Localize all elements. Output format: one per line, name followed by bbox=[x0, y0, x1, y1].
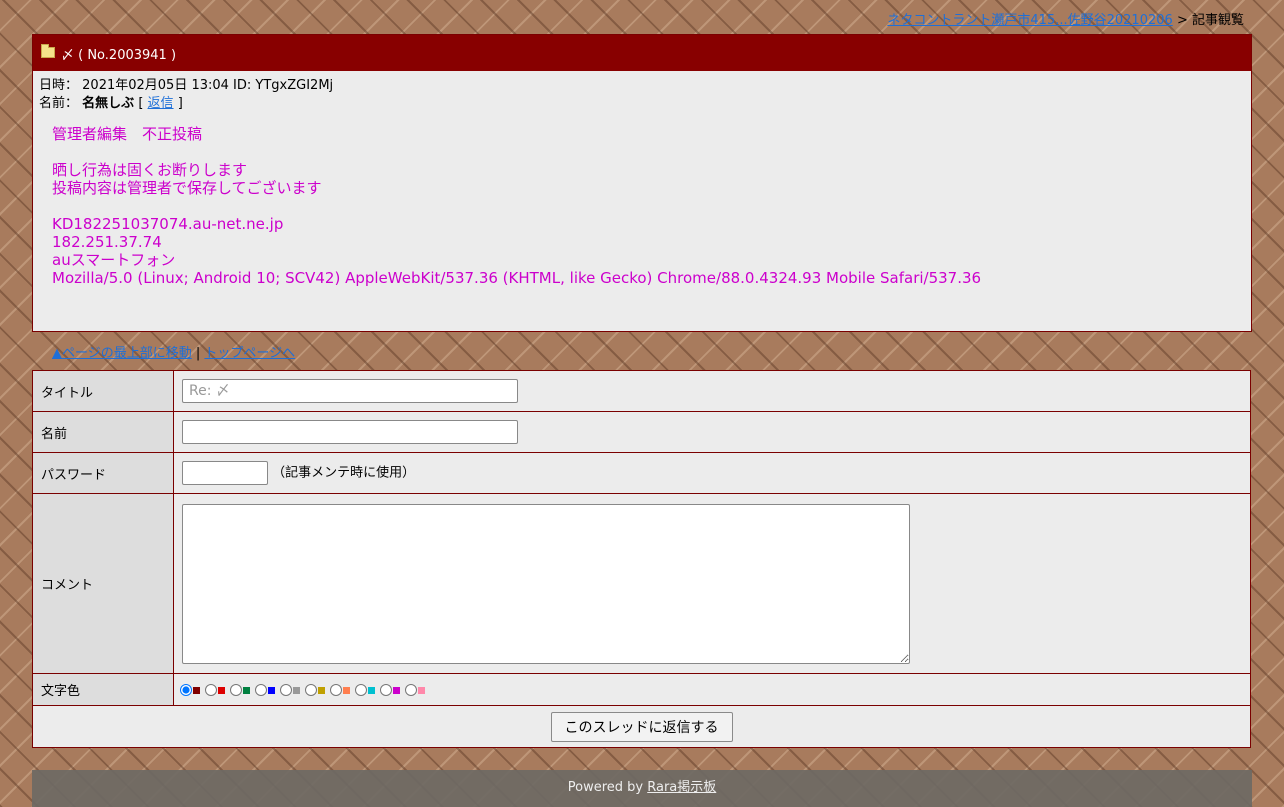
breadcrumb-separator: > bbox=[1176, 13, 1188, 28]
color-radio[interactable] bbox=[380, 683, 392, 696]
password-note: （記事メンテ時に使用） bbox=[272, 465, 416, 481]
folder-icon bbox=[41, 43, 55, 58]
page-top-link[interactable]: ▲ページの最上部に移動 bbox=[52, 346, 192, 361]
post-body-line: 晒し行為は固くお断りします bbox=[52, 161, 248, 179]
submit-reply-button[interactable]: このスレッドに返信する bbox=[550, 711, 733, 742]
color-radio[interactable] bbox=[230, 683, 242, 696]
color-swatch bbox=[418, 687, 425, 694]
name-label: 名前 bbox=[32, 411, 174, 453]
post-header: 〆 ( No.2003941 ) bbox=[33, 35, 1251, 71]
comment-label: コメント bbox=[32, 493, 174, 674]
color-swatch bbox=[293, 687, 300, 694]
color-radio[interactable] bbox=[280, 683, 292, 696]
submit-cell: このスレッドに返信する bbox=[32, 705, 1251, 748]
breadcrumb-current: 記事観覧 bbox=[1191, 13, 1244, 28]
password-label: パスワード bbox=[32, 452, 174, 494]
post-body-line: KD182251037074.au-net.ne.jp bbox=[52, 215, 284, 233]
color-swatch bbox=[243, 687, 250, 694]
post-body-line: 管理者編集 不正投稿 bbox=[52, 125, 203, 143]
color-swatch bbox=[368, 687, 375, 694]
footer: Powered by Rara掲示板 bbox=[32, 770, 1252, 807]
color-radio[interactable] bbox=[405, 683, 417, 696]
breadcrumb: ネタコントラント瀬戸市415...佐野谷20210206 > 記事観覧 bbox=[887, 9, 1244, 28]
title-cell bbox=[173, 370, 1251, 412]
password-cell: （記事メンテ時に使用） bbox=[173, 452, 1251, 494]
title-row: タイトル bbox=[32, 370, 1251, 412]
color-radio[interactable] bbox=[205, 683, 217, 696]
post-name-label: 名前： bbox=[39, 96, 79, 111]
post-body-line: auスマートフォン bbox=[52, 251, 176, 269]
submit-row: このスレッドに返信する bbox=[32, 705, 1251, 748]
footer-link[interactable]: Rara掲示板 bbox=[647, 780, 716, 795]
comment-textarea[interactable] bbox=[182, 503, 910, 664]
color-radio[interactable] bbox=[355, 683, 367, 696]
post-name-row: 名前： 名無しぶ [ 返信 ] bbox=[39, 95, 1251, 113]
post-date-row: 日時： 2021年02月05日 13:04 ID: YTgxZGI2Mj bbox=[39, 77, 1251, 95]
reply-bracket-open: [ bbox=[138, 96, 144, 111]
page-nav: ▲ページの最上部に移動 | トップページへ bbox=[52, 342, 295, 361]
home-link[interactable]: トップページへ bbox=[204, 346, 295, 361]
title-input[interactable] bbox=[182, 379, 518, 403]
color-swatch bbox=[268, 687, 275, 694]
post-body-line: 投稿内容は管理者で保存してございます bbox=[52, 179, 322, 197]
post-body-line bbox=[52, 143, 1251, 161]
color-swatch bbox=[193, 687, 200, 694]
color-radio[interactable] bbox=[180, 683, 192, 696]
comment-cell bbox=[173, 493, 1251, 674]
color-options bbox=[173, 673, 1251, 706]
reply-bracket-close: ] bbox=[177, 96, 183, 111]
name-input[interactable] bbox=[182, 420, 518, 444]
post-meta: 日時： 2021年02月05日 13:04 ID: YTgxZGI2Mj 名前：… bbox=[33, 71, 1251, 113]
nav-separator: | bbox=[195, 346, 201, 361]
post-body-line: Mozilla/5.0 (Linux; Android 10; SCV42) A… bbox=[52, 269, 982, 287]
color-radio[interactable] bbox=[330, 683, 342, 696]
breadcrumb-board-link[interactable]: ネタコントラント瀬戸市415...佐野谷20210206 bbox=[887, 13, 1172, 28]
color-swatch bbox=[393, 687, 400, 694]
color-radio[interactable] bbox=[305, 683, 317, 696]
post-body-line: 182.251.37.74 bbox=[52, 233, 162, 251]
color-radio[interactable] bbox=[255, 683, 267, 696]
name-cell bbox=[173, 411, 1251, 453]
post-date-value: 2021年02月05日 13:04 ID: YTgxZGI2Mj bbox=[82, 78, 334, 93]
post-author-name: 名無しぶ bbox=[82, 96, 135, 111]
name-row: 名前 bbox=[32, 411, 1251, 453]
reply-link[interactable]: 返信 bbox=[148, 96, 174, 111]
comment-row: コメント bbox=[32, 493, 1251, 674]
post-body-line bbox=[52, 197, 1251, 215]
password-input[interactable] bbox=[182, 461, 268, 485]
color-swatch bbox=[318, 687, 325, 694]
post-body: 管理者編集 不正投稿 晒し行為は固くお断りします 投稿内容は管理者で保存してござ… bbox=[33, 113, 1251, 287]
post-title: 〆 ( No.2003941 ) bbox=[61, 47, 177, 63]
post-date-label: 日時： bbox=[39, 78, 79, 93]
post-panel: 〆 ( No.2003941 ) 日時： 2021年02月05日 13:04 I… bbox=[32, 34, 1252, 332]
reply-form: タイトル 名前 パスワード （記事メンテ時に使用） コメント 文字色 このスレッ… bbox=[32, 370, 1251, 748]
color-row: 文字色 bbox=[32, 673, 1251, 706]
color-swatch bbox=[218, 687, 225, 694]
footer-prefix: Powered by bbox=[567, 780, 644, 795]
color-label: 文字色 bbox=[32, 673, 174, 706]
password-row: パスワード （記事メンテ時に使用） bbox=[32, 452, 1251, 494]
color-swatch bbox=[343, 687, 350, 694]
title-label: タイトル bbox=[32, 370, 174, 412]
